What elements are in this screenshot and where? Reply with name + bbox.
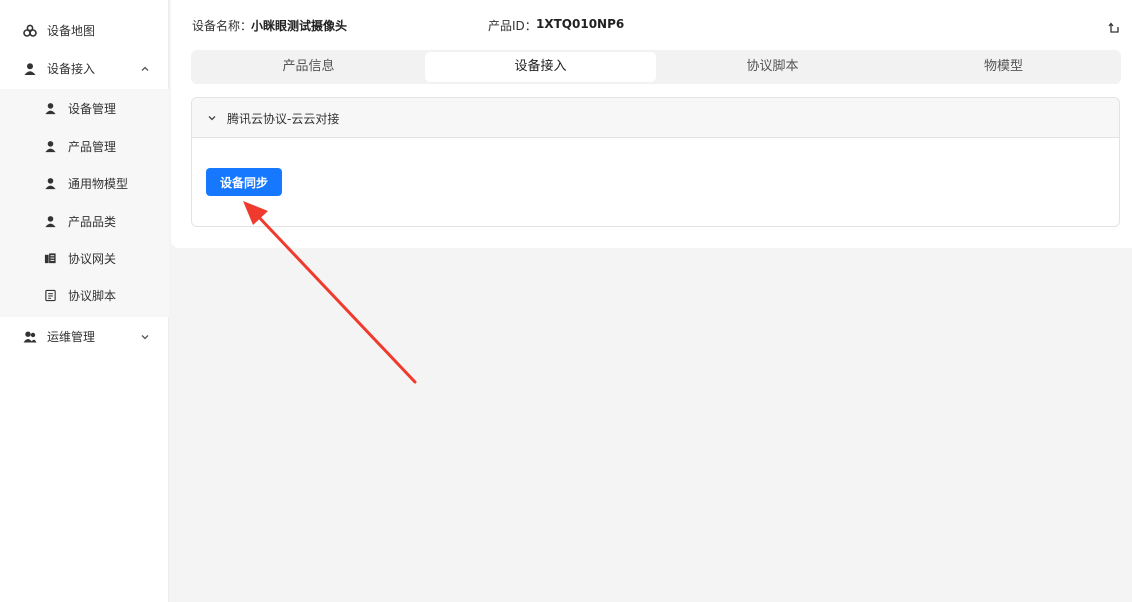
sidebar-item-protocol-gateway[interactable]: 协议网关: [0, 241, 169, 277]
user-icon: [45, 103, 56, 115]
tab-product-info[interactable]: 产品信息: [193, 52, 424, 82]
device-name-label: 设备名称：: [192, 19, 253, 33]
sidebar-subitem-label: 通用物模型: [68, 177, 129, 191]
sidebar-item-protocol-script[interactable]: 协议脚本: [0, 278, 169, 314]
user-icon: [45, 178, 56, 190]
sidebar-submenu: 设备管理 产品管理 通用物模型 产品品类 协议网关 协议脚本: [0, 89, 169, 317]
user-icon: [45, 141, 56, 153]
map-icon: [23, 24, 37, 37]
sidebar-item-device-access[interactable]: 设备接入: [0, 51, 169, 87]
user-icon: [24, 63, 36, 75]
detail-tabs: 产品信息 设备接入 协议脚本 物模型: [191, 50, 1121, 84]
device-detail-card: 设备名称： 小眯眼测试摄像头 产品ID： 1XTQ010NP6 产品信息 设备接…: [171, 0, 1132, 248]
sidebar-item-product-management[interactable]: 产品管理: [0, 129, 169, 165]
chevron-down-icon: [208, 116, 216, 121]
tab-protocol-script[interactable]: 协议脚本: [657, 52, 888, 82]
protocol-collapse-panel: 腾讯云协议-云云对接 设备同步: [191, 97, 1120, 227]
sidebar-subitem-label: 协议脚本: [68, 289, 117, 303]
sidebar-item-label: 设备接入: [47, 62, 96, 76]
document-icon: [45, 289, 56, 302]
sidebar-subitem-label: 设备管理: [68, 102, 117, 116]
sidebar-item-label: 设备地图: [47, 24, 96, 38]
device-name-value: 小眯眼测试摄像头: [251, 19, 348, 33]
collapse-panel-header[interactable]: 腾讯云协议-云云对接: [192, 98, 1119, 138]
sidebar-item-product-category[interactable]: 产品品类: [0, 204, 169, 240]
app-root: 设备地图 设备接入 设备管理 产品管理 通用物模型 产品品类 协议网关 协议脚本…: [0, 0, 1132, 602]
sidebar-item-operations[interactable]: 运维管理: [0, 319, 169, 355]
users-icon: [23, 331, 37, 343]
chevron-up-icon[interactable]: [139, 63, 151, 75]
chevron-down-icon[interactable]: [139, 331, 151, 343]
user-icon: [45, 216, 56, 228]
back-icon[interactable]: [1108, 22, 1120, 34]
product-id-label: 产品ID：: [488, 19, 537, 33]
tab-thing-model[interactable]: 物模型: [888, 52, 1119, 82]
collapse-panel-title: 腾讯云协议-云云对接: [227, 112, 340, 126]
product-id-value: 1XTQ010NP6: [536, 17, 625, 31]
sidebar-item-label: 运维管理: [47, 330, 96, 344]
sidebar-item-device-management[interactable]: 设备管理: [0, 91, 169, 127]
gateway-icon: [44, 253, 56, 264]
sidebar-subitem-label: 产品管理: [68, 140, 117, 154]
tab-device-access[interactable]: 设备接入: [425, 52, 656, 82]
sidebar-subitem-label: 协议网关: [68, 252, 117, 266]
sidebar-item-device-map[interactable]: 设备地图: [0, 13, 169, 49]
sidebar-item-generic-thing-model[interactable]: 通用物模型: [0, 166, 169, 202]
sidebar: 设备地图 设备接入 设备管理 产品管理 通用物模型 产品品类 协议网关 协议脚本…: [0, 0, 169, 602]
sidebar-subitem-label: 产品品类: [68, 215, 117, 229]
device-sync-button[interactable]: 设备同步: [206, 168, 282, 196]
